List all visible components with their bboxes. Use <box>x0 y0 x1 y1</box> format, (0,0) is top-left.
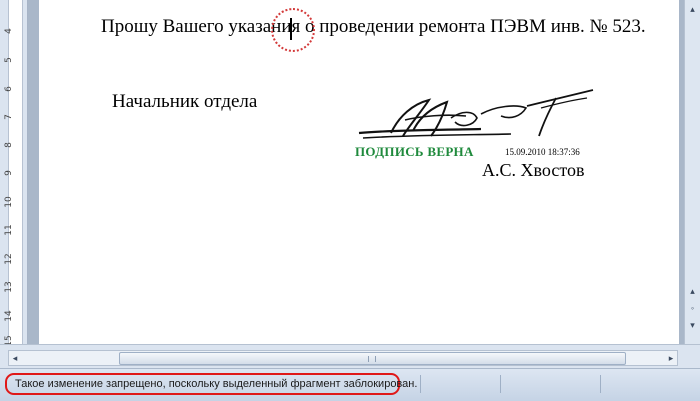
ruler-number: 5 <box>4 57 14 63</box>
horizontal-scroll-thumb[interactable] <box>119 352 626 365</box>
status-bar: Такое изменение запрещено, поскольку выд… <box>0 368 700 401</box>
status-message: Такое изменение запрещено, поскольку выд… <box>15 378 418 390</box>
status-divider <box>500 375 501 393</box>
ruler-number: 13 <box>4 281 14 293</box>
next-page-icon[interactable]: ▾ <box>687 320 698 331</box>
ruler-number: 6 <box>4 86 14 92</box>
ruler-number: 7 <box>4 114 14 120</box>
vertical-scrollbar[interactable]: ▴ ▴ ◦ ▾ <box>684 0 700 344</box>
signer-name[interactable]: А.С. Хвостов <box>482 160 584 181</box>
signature-status-label: ПОДПИСЬ ВЕРНА <box>355 144 474 159</box>
select-browse-object-icon[interactable]: ◦ <box>687 303 698 314</box>
ruler-number: 10 <box>4 196 14 208</box>
ruler-number: 4 <box>4 28 14 34</box>
prev-page-icon[interactable]: ▴ <box>687 286 698 297</box>
cursor-highlight-circle <box>271 8 315 52</box>
body-text[interactable]: Прошу Вашего указания о проведении ремон… <box>101 16 646 38</box>
status-divider <box>420 375 421 393</box>
signature-timestamp: 15.09.2010 18:37:36 <box>505 147 580 157</box>
department-line[interactable]: Начальник отдела <box>112 91 257 113</box>
horizontal-scrollbar[interactable]: ◂ ▸ <box>8 350 678 366</box>
ruler-number: 14 <box>4 310 14 322</box>
handwritten-signature <box>358 89 594 139</box>
ruler-number: 8 <box>4 142 14 148</box>
status-message-highlight: Такое изменение запрещено, поскольку выд… <box>5 373 417 395</box>
scroll-right-arrow-icon[interactable]: ▸ <box>665 351 677 365</box>
document-page[interactable]: Прошу Вашего указания о проведении ремон… <box>39 0 679 344</box>
grip-icon <box>368 356 376 362</box>
status-divider <box>600 375 601 393</box>
scroll-up-arrow-icon[interactable]: ▴ <box>687 4 698 15</box>
horizontal-scrollbar-row: ◂ ▸ <box>0 344 700 369</box>
vertical-ruler: 4 5 6 7 8 9 10 11 12 13 14 15 <box>0 0 28 347</box>
scroll-left-arrow-icon[interactable]: ◂ <box>9 351 21 365</box>
ruler-number: 9 <box>4 170 14 176</box>
document-area: Прошу Вашего указания о проведении ремон… <box>28 0 684 344</box>
ruler-number: 12 <box>4 253 14 265</box>
ruler-number: 11 <box>4 224 14 236</box>
text-caret <box>290 18 292 40</box>
